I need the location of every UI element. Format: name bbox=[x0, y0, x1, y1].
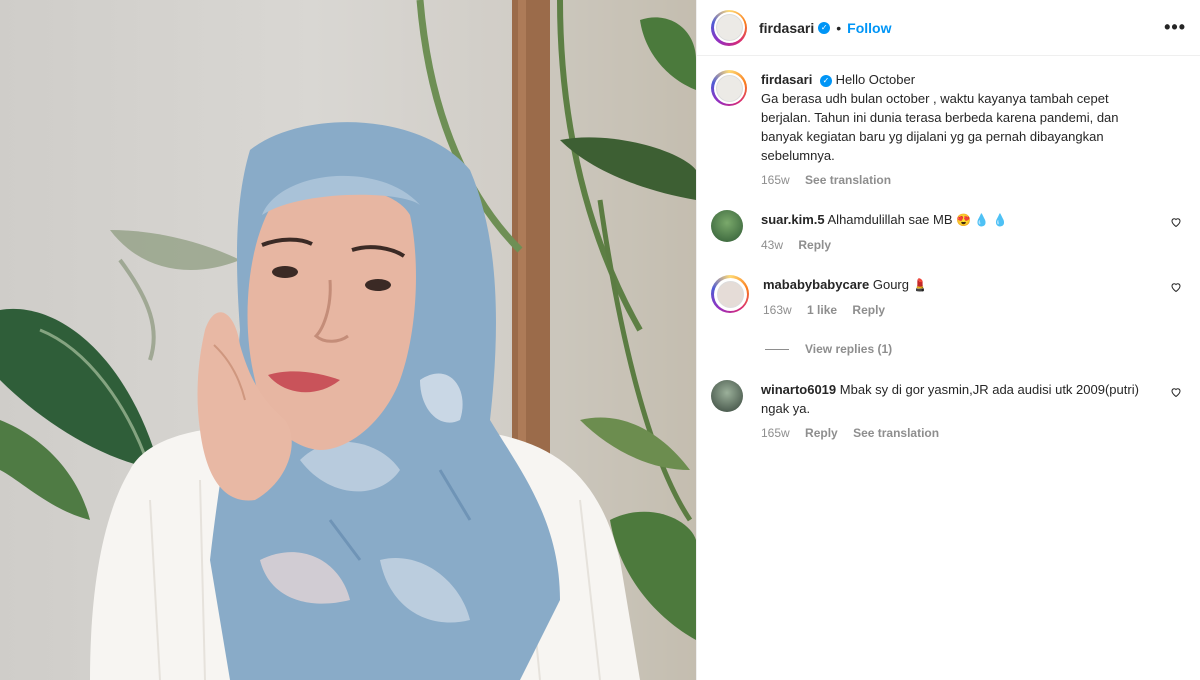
reply-button[interactable]: Reply bbox=[798, 238, 831, 252]
commenter-avatar[interactable] bbox=[711, 380, 743, 412]
reply-button[interactable]: Reply bbox=[852, 303, 885, 317]
comment-text: Alhamdulillah sae MB bbox=[827, 212, 953, 227]
comment-age: 43w bbox=[761, 238, 784, 252]
post-photo[interactable] bbox=[0, 0, 696, 680]
caption: firdasari ✓ Hello October Ga berasa udh … bbox=[711, 70, 1184, 190]
comment-meta: 165w Reply See translation bbox=[761, 424, 1154, 443]
comment-emoji: 😍 💧 💧 bbox=[956, 213, 1008, 227]
caption-text: Hello October Ga berasa udh bulan octobe… bbox=[761, 72, 1119, 163]
caption-avatar[interactable] bbox=[711, 70, 747, 106]
like-heart-icon[interactable] bbox=[1170, 216, 1182, 228]
more-options-icon[interactable]: ••• bbox=[1164, 17, 1186, 38]
comment-age: 165w bbox=[761, 426, 790, 440]
commenter-avatar[interactable] bbox=[711, 275, 749, 313]
post-sidebar: firdasari ✓ • Follow ••• firdasari ✓ Hel… bbox=[696, 0, 1200, 680]
comment-age: 163w bbox=[763, 303, 792, 317]
caption-meta: 165w See translation bbox=[761, 171, 1154, 190]
replies-divider bbox=[765, 348, 789, 350]
likes-count[interactable]: 1 like bbox=[807, 303, 837, 317]
comment-text: Gourg bbox=[872, 277, 909, 292]
portrait-illustration bbox=[0, 0, 696, 680]
comment-meta: 43w Reply bbox=[761, 236, 1154, 255]
post-header: firdasari ✓ • Follow ••• bbox=[697, 0, 1200, 56]
view-replies-label: View replies (1) bbox=[805, 342, 893, 356]
caption-username[interactable]: firdasari bbox=[761, 72, 812, 87]
comment: mababybabycare Gourg 💄 163w 1 like Reply bbox=[711, 275, 1184, 320]
see-translation-link[interactable]: See translation bbox=[853, 426, 939, 440]
like-heart-icon[interactable] bbox=[1170, 386, 1182, 398]
separator-dot: • bbox=[836, 19, 842, 36]
comment-username[interactable]: winarto6019 bbox=[761, 382, 836, 397]
avatar[interactable] bbox=[711, 9, 747, 46]
follow-button[interactable]: Follow bbox=[847, 20, 891, 36]
commenter-avatar[interactable] bbox=[711, 210, 743, 242]
comment-emoji: 💄 bbox=[912, 278, 928, 292]
comment-username[interactable]: mababybabycare bbox=[763, 277, 869, 292]
view-replies-button[interactable]: View replies (1) bbox=[765, 342, 1184, 356]
comment: suar.kim.5 Alhamdulillah sae MB 😍 💧 💧 43… bbox=[711, 210, 1184, 255]
verified-icon: ✓ bbox=[818, 21, 831, 34]
see-translation-link[interactable]: See translation bbox=[805, 173, 891, 187]
comment: winarto6019 Mbak sy di gor yasmin,JR ada… bbox=[711, 380, 1184, 443]
like-heart-icon[interactable] bbox=[1170, 281, 1182, 293]
caption-age: 165w bbox=[761, 173, 790, 187]
post-username[interactable]: firdasari bbox=[759, 20, 814, 36]
comment-username[interactable]: suar.kim.5 bbox=[761, 212, 825, 227]
reply-button[interactable]: Reply bbox=[805, 426, 838, 440]
comments-list: firdasari ✓ Hello October Ga berasa udh … bbox=[697, 56, 1200, 443]
verified-icon: ✓ bbox=[819, 74, 832, 87]
comment-meta: 163w 1 like Reply bbox=[763, 301, 1154, 320]
